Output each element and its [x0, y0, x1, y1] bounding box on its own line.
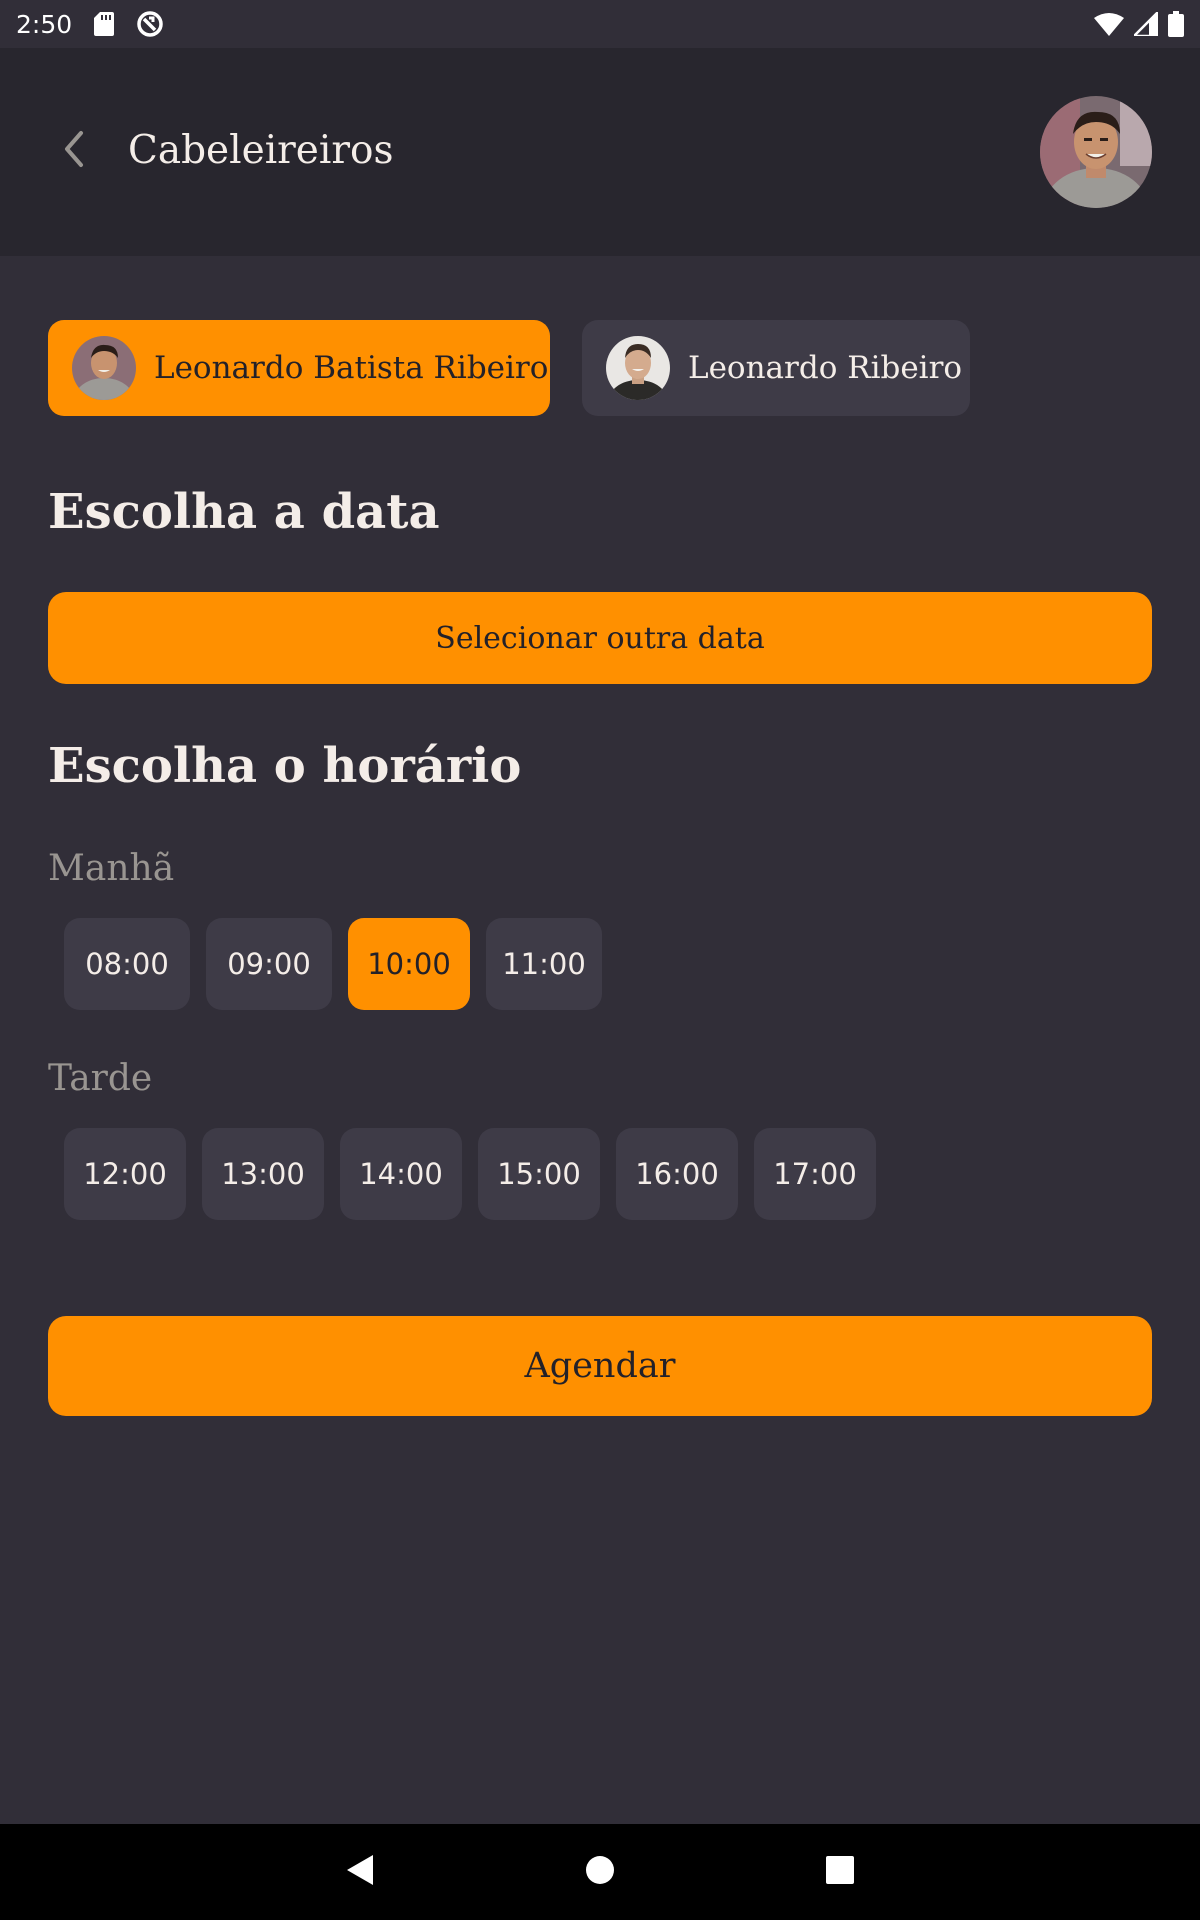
provider-name: Leonardo Batista Ribeiro [154, 350, 549, 386]
provider-list: Leonardo Batista Ribeiro Leonardo Ribeir… [48, 320, 970, 416]
app-header: Cabeleireiros [0, 48, 1200, 256]
nav-home-icon [585, 1855, 615, 1889]
morning-hours: 08:00 09:00 10:00 11:00 [64, 918, 602, 1010]
hour-1200[interactable]: 12:00 [64, 1128, 186, 1220]
date-section-title: Escolha a data [48, 484, 440, 540]
chevron-left-icon [61, 129, 85, 173]
page-title: Cabeleireiros [128, 128, 394, 173]
system-nav-bar [0, 1824, 1200, 1920]
provider-avatar [72, 336, 136, 400]
provider-chip-leonardo-ribeiro[interactable]: Leonardo Ribeiro [582, 320, 970, 416]
hour-0900[interactable]: 09:00 [206, 918, 332, 1010]
nav-back-button[interactable] [335, 1847, 385, 1897]
status-bar: 2:50 [0, 0, 1200, 48]
back-button[interactable] [48, 126, 98, 176]
sd-card-icon [94, 12, 115, 36]
hour-1300[interactable]: 13:00 [202, 1128, 324, 1220]
nav-recents-icon [825, 1855, 855, 1889]
hour-1700[interactable]: 17:00 [754, 1128, 876, 1220]
provider-name: Leonardo Ribeiro [688, 350, 963, 386]
nav-recents-button[interactable] [815, 1847, 865, 1897]
user-avatar[interactable] [1040, 96, 1152, 208]
morning-label: Manhã [48, 848, 175, 889]
app-screen: 2:50 Cabeleireiros Leonardo Batista Ribe… [0, 0, 1200, 1920]
select-date-button[interactable]: Selecionar outra data [48, 592, 1152, 684]
wifi-icon [1094, 12, 1124, 36]
status-time: 2:50 [16, 9, 73, 39]
afternoon-label: Tarde [48, 1058, 153, 1099]
afternoon-hours: 12:00 13:00 14:00 15:00 16:00 17:00 [64, 1128, 876, 1220]
hour-1100[interactable]: 11:00 [486, 918, 602, 1010]
provider-avatar [606, 336, 670, 400]
battery-icon [1168, 11, 1184, 37]
hour-1600[interactable]: 16:00 [616, 1128, 738, 1220]
signal-icon [1134, 12, 1158, 36]
nav-home-button[interactable] [575, 1847, 625, 1897]
schedule-button[interactable]: Agendar [48, 1316, 1152, 1416]
hour-0800[interactable]: 08:00 [64, 918, 190, 1010]
hour-1000[interactable]: 10:00 [348, 918, 470, 1010]
hour-1400[interactable]: 14:00 [340, 1128, 462, 1220]
sync-icon [136, 10, 164, 38]
time-section-title: Escolha o horário [48, 738, 522, 794]
nav-back-icon [345, 1853, 375, 1891]
hour-1500[interactable]: 15:00 [478, 1128, 600, 1220]
provider-chip-leonardo-batista-ribeiro[interactable]: Leonardo Batista Ribeiro [48, 320, 550, 416]
